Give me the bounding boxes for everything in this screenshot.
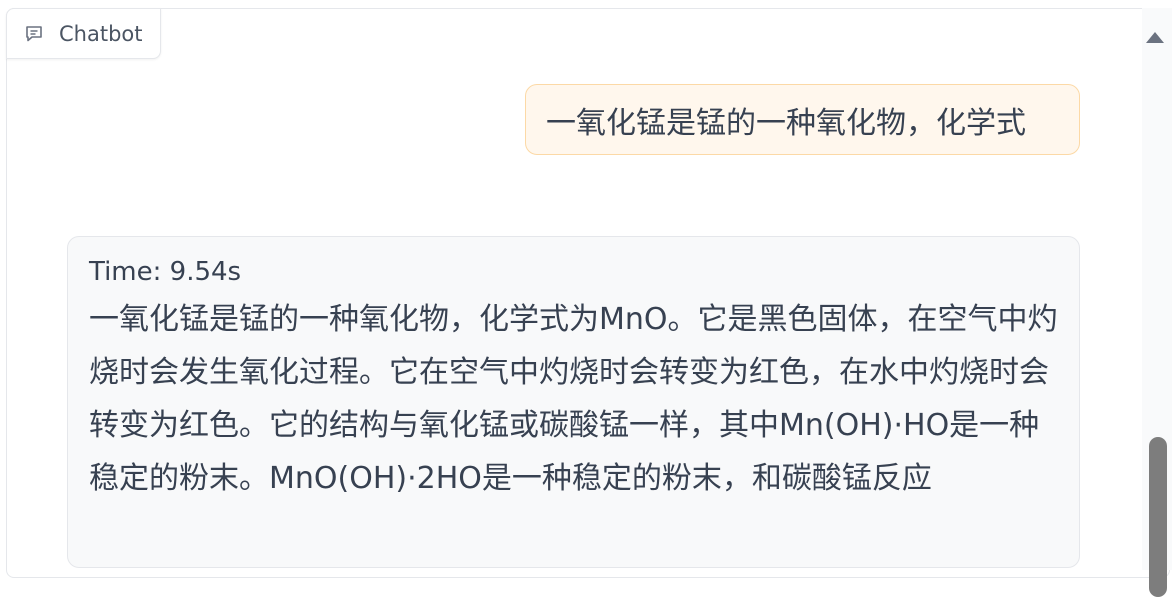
scrollbar[interactable] xyxy=(1142,8,1172,597)
bot-message: Time: 9.54s 一氧化锰是锰的一种氧化物，化学式为MnO。它是黑色固体，… xyxy=(67,236,1080,568)
chatbot-label-text: Chatbot xyxy=(59,21,143,46)
chatbot-label: Chatbot xyxy=(6,8,161,59)
user-message-text: 一氧化锰是锰的一种氧化物，化学式 xyxy=(546,105,1026,141)
scroll-up-arrow-icon[interactable] xyxy=(1146,32,1164,43)
bot-message-text: 一氧化锰是锰的一种氧化物，化学式为MnO。它是黑色固体，在空气中灼烧时会发生氧化… xyxy=(89,302,1058,496)
scrollbar-thumb[interactable] xyxy=(1149,437,1167,597)
chat-icon xyxy=(23,23,45,45)
response-time: Time: 9.54s xyxy=(89,257,242,287)
user-message: 一氧化锰是锰的一种氧化物，化学式 xyxy=(525,84,1080,155)
